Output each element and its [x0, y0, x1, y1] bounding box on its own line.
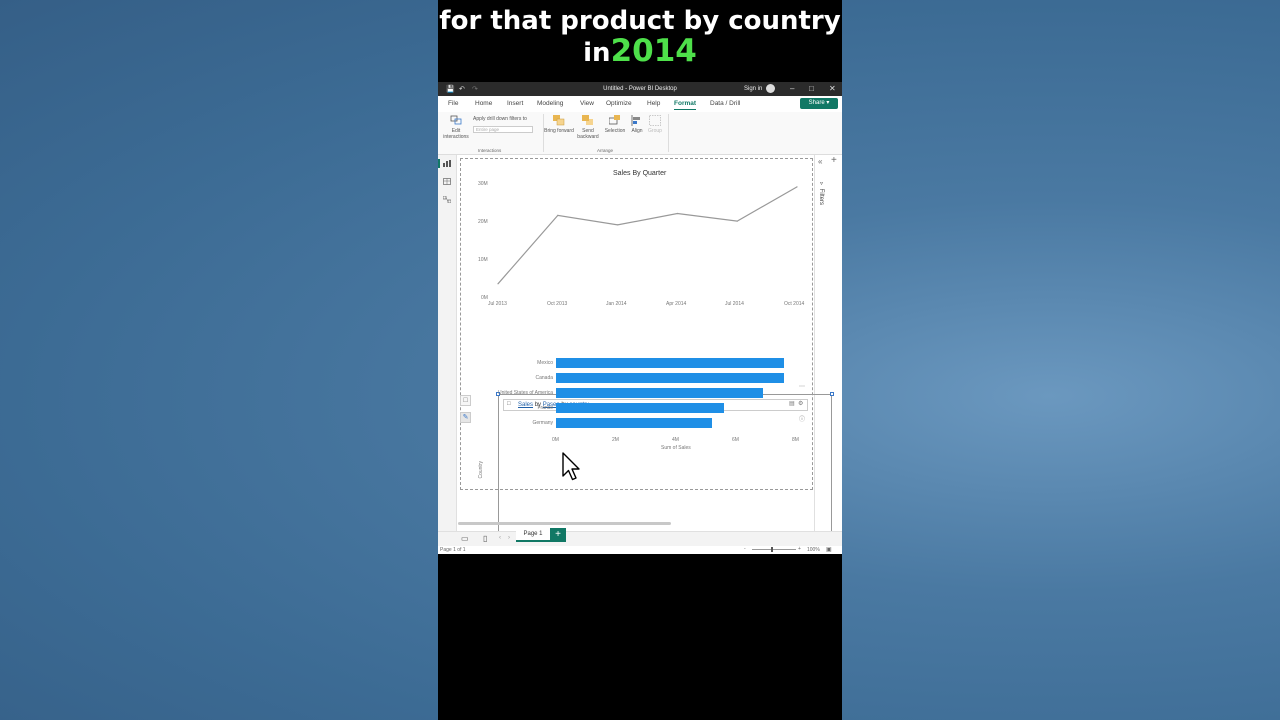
zoom-level: 100%	[807, 547, 820, 553]
caption: for that product by country in2014	[438, 6, 842, 68]
align-icon	[631, 115, 640, 126]
menu-bar: File Home Insert Modeling View Optimize …	[438, 96, 842, 112]
x-tick: 8M	[792, 437, 799, 443]
status-bar: Page 1 of 1 - + 100% ▣	[438, 546, 842, 554]
interactions-group-label: Interactions	[478, 148, 502, 153]
avatar-icon[interactable]	[766, 84, 775, 93]
bring-forward-button[interactable]: Bring forward	[544, 128, 574, 134]
selection-icon	[609, 115, 620, 125]
apply-drill-dropdown[interactable]: Entire page	[473, 126, 533, 133]
x-tick: 4M	[672, 437, 679, 443]
ribbon: Edit interactions Apply drill down filte…	[438, 112, 842, 155]
powerbi-window: 💾 ↶ ↷ Untitled - Power BI Desktop Sign i…	[438, 82, 842, 554]
group-icon	[649, 115, 661, 126]
report-view-icon[interactable]	[443, 160, 451, 167]
menu-help[interactable]: Help	[647, 100, 660, 107]
send-backward-icon	[582, 115, 593, 125]
filters-label: Filters	[818, 188, 824, 206]
fit-page-icon[interactable]: ▣	[826, 546, 832, 553]
active-view-indicator	[438, 159, 440, 168]
mouse-cursor-icon	[562, 452, 580, 481]
bar-x-axis-label: Sum of Sales	[661, 445, 691, 451]
bring-forward-icon	[553, 115, 565, 126]
category-label: France	[537, 405, 553, 411]
sign-in-link[interactable]: Sign in	[744, 86, 762, 92]
x-tick: 0M	[552, 437, 559, 443]
caption-highlight: 2014	[610, 33, 697, 69]
maximize-icon[interactable]: □	[809, 84, 814, 93]
menu-insert[interactable]: Insert	[507, 100, 523, 107]
add-page-button[interactable]: +	[550, 528, 566, 542]
apply-drill-value: Entire page	[476, 127, 500, 132]
share-label: Share	[808, 100, 825, 106]
report-page[interactable]: Sales By Quarter 30M 20M 10M 0M Jul 2013…	[460, 158, 834, 539]
page-tab-bar: ▭ ▯ ‹ ›	[438, 531, 842, 546]
arrange-group-label: Arrange	[597, 148, 614, 153]
minimize-icon[interactable]: –	[790, 84, 794, 93]
ribbon-separator	[668, 114, 669, 152]
add-icon[interactable]: +	[831, 155, 837, 166]
bar[interactable]	[556, 358, 784, 368]
filter-icon: ▿	[818, 180, 824, 189]
bar[interactable]	[556, 418, 712, 428]
caption-prefix: in	[583, 38, 611, 68]
caption-line-1: for that product by country	[439, 6, 841, 36]
page-count: Page 1 of 1	[440, 547, 466, 553]
next-page-icon[interactable]: ›	[508, 535, 510, 541]
zoom-slider[interactable]	[752, 549, 796, 550]
window-title: Untitled - Power BI Desktop	[603, 86, 677, 92]
menu-data-drill[interactable]: Data / Drill	[710, 100, 740, 107]
send-backward-button[interactable]: Send backward	[573, 128, 603, 140]
category-label: Germany	[532, 420, 553, 426]
page-tab[interactable]: Page 1	[516, 528, 550, 542]
zoom-in-icon[interactable]: +	[798, 546, 801, 552]
model-view-icon[interactable]	[443, 196, 451, 203]
zoom-slider-thumb[interactable]	[771, 547, 773, 552]
title-bar: 💾 ↶ ↷ Untitled - Power BI Desktop Sign i…	[438, 82, 842, 96]
edit-interactions-icon	[450, 115, 462, 125]
filters-pane-toggle[interactable]: ▿ Filters	[818, 180, 825, 205]
close-icon[interactable]: ✕	[829, 84, 836, 93]
menu-view[interactable]: View	[580, 100, 594, 107]
x-tick: 2M	[612, 437, 619, 443]
apply-drill-label: Apply drill down filters to	[473, 116, 527, 122]
bar-chart-plot: Mexico Canada United States of America Fran…	[461, 159, 814, 491]
selection-button[interactable]: Selection	[602, 128, 628, 134]
edit-interactions-button[interactable]: Edit interactions	[441, 128, 471, 140]
menu-format[interactable]: Format	[674, 100, 697, 110]
menu-home[interactable]: Home	[475, 100, 492, 107]
category-label: Canada	[535, 375, 553, 381]
mobile-layout-icon[interactable]: ▯	[483, 534, 487, 543]
category-label: United States of America	[497, 390, 553, 396]
resize-handle[interactable]	[830, 392, 834, 396]
view-rail	[438, 155, 457, 531]
x-tick: 6M	[732, 437, 739, 443]
table-view-icon[interactable]	[443, 178, 451, 185]
bar[interactable]	[556, 388, 763, 398]
bar[interactable]	[556, 403, 724, 413]
video-frame: for that product by country in2014 💾 ↶ ↷…	[438, 0, 842, 720]
caption-line-2: in2014	[438, 33, 842, 69]
menu-modeling[interactable]: Modeling	[537, 100, 563, 107]
share-button[interactable]: Share ▾	[800, 98, 838, 109]
group-button[interactable]: Group	[644, 128, 666, 134]
menu-optimize[interactable]: Optimize	[606, 100, 632, 107]
bar[interactable]	[556, 373, 784, 383]
menu-file[interactable]: File	[448, 100, 458, 107]
category-label: Mexico	[537, 360, 553, 366]
zoom-out-icon[interactable]: -	[744, 546, 746, 552]
horizontal-scrollbar[interactable]	[458, 522, 671, 525]
prev-page-icon[interactable]: ‹	[499, 535, 501, 541]
collapse-icon[interactable]: «	[818, 157, 822, 166]
desktop-layout-icon[interactable]: ▭	[461, 534, 469, 543]
